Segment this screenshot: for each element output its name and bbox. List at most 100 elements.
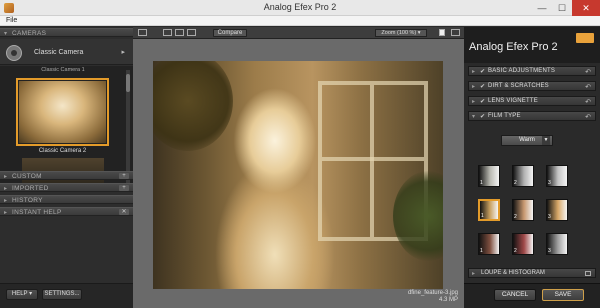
section-label: BASIC ADJUSTMENTS (488, 68, 556, 74)
enable-checkbox[interactable]: ✔ (480, 83, 485, 90)
collapse-icon: ▾ (472, 114, 476, 120)
section-basic-adjustments[interactable]: ▸ ✔ BASIC ADJUSTMENTS ↶ (468, 66, 596, 76)
settings-button[interactable]: SETTINGS... (42, 289, 82, 300)
section-custom-label: CUSTOM (12, 173, 42, 180)
zoom-select[interactable]: Zoom (100 %) ▾ (375, 29, 427, 37)
swatch-number: 3 (548, 214, 551, 220)
compare-button[interactable]: Compare (213, 29, 247, 37)
expand-icon: ▸ (472, 84, 476, 90)
preview-area: Compare Zoom (100 %) ▾ dfine_feature-3.j… (133, 27, 464, 308)
section-history[interactable]: ▸ HISTORY (0, 195, 133, 204)
collapse-icon: ▾ (4, 31, 8, 37)
section-label: LENS VIGNETTE (488, 98, 538, 104)
side-by-side-icon[interactable] (187, 29, 196, 36)
scrollbar-thumb[interactable] (126, 74, 130, 92)
expand-icon: ▸ (4, 186, 8, 192)
section-label: DIRT & SCRATCHES (488, 83, 549, 89)
reset-icon[interactable]: ↶ (585, 98, 591, 106)
help-button[interactable]: HELP ▾ (6, 289, 38, 300)
add-icon[interactable]: + (119, 185, 129, 191)
thumb-caption: Classic Camera 1 (41, 67, 85, 73)
section-history-label: HISTORY (12, 197, 43, 204)
film-swatch[interactable]: 3 (546, 199, 568, 221)
loupe-icon[interactable] (585, 271, 591, 276)
thumbnail-image (19, 81, 106, 143)
section-custom[interactable]: ▸ CUSTOM + (0, 171, 133, 180)
file-size: 4.3 MP (438, 297, 458, 303)
save-button[interactable]: SAVE (542, 289, 584, 301)
camera-selector[interactable]: Classic Camera ▸ (0, 39, 133, 65)
film-swatch[interactable]: 2 (512, 165, 534, 187)
section-instant-help[interactable]: ▸ INSTANT HELP ✕ (0, 207, 133, 216)
film-swatch[interactable]: 2 (512, 199, 534, 221)
expand-icon: ▸ (4, 198, 8, 204)
preview-toolbar: Compare Zoom (100 %) ▾ (133, 27, 464, 39)
enable-checkbox[interactable]: ✔ (480, 68, 485, 75)
camera-name: Classic Camera (34, 49, 84, 56)
background-color-icon[interactable] (439, 29, 445, 36)
film-swatch[interactable]: 3 (546, 165, 568, 187)
right-panel: Analog Efex Pro 2 ▸ ✔ BASIC ADJUSTMENTS … (464, 27, 600, 308)
brand-header: Analog Efex Pro 2 (464, 27, 600, 63)
expand-icon: ▸ (472, 271, 476, 277)
swatch-number: 1 (480, 248, 483, 254)
section-instant-help-label: INSTANT HELP (12, 209, 62, 216)
close-button[interactable]: ✕ (572, 0, 600, 16)
section-label: LOUPE & HISTOGRAM (481, 270, 545, 276)
thumb-caption-selected: Classic Camera 2 (38, 148, 87, 154)
right-footer: CANCEL SAVE (464, 283, 600, 308)
film-type-dropdown[interactable]: Warm ▼ (501, 135, 553, 146)
menu-bar: File (0, 16, 600, 26)
split-view-icon[interactable] (175, 29, 184, 36)
minimize-button[interactable]: — (532, 0, 552, 16)
section-imported[interactable]: ▸ IMPORTED + (0, 183, 133, 192)
enable-checkbox[interactable]: ✔ (480, 113, 485, 120)
film-swatch[interactable]: 1 (478, 233, 500, 255)
section-cameras-label: CAMERAS (12, 30, 47, 37)
brand-title: Analog Efex Pro 2 (469, 41, 558, 53)
section-film-type[interactable]: ▾ ✔ FILM TYPE ↶ (468, 111, 596, 121)
expand-icon: ▸ (4, 174, 8, 180)
enable-checkbox[interactable]: ✔ (480, 98, 485, 105)
section-lens-vignette[interactable]: ▸ ✔ LENS VIGNETTE ↶ (468, 96, 596, 106)
swatch-number: 2 (514, 180, 517, 186)
swatch-number: 2 (514, 248, 517, 254)
file-name: dfine_feature-3.jpg (407, 290, 458, 296)
chevron-down-icon: ▼ (542, 136, 550, 145)
single-view-icon[interactable] (163, 29, 172, 36)
film-type-value: Warm (519, 137, 535, 143)
menu-file[interactable]: File (6, 17, 17, 24)
chevron-right-icon[interactable]: ▸ (121, 48, 125, 56)
section-cameras[interactable]: ▾ CAMERAS (0, 28, 133, 37)
panel-toggle-right-icon[interactable] (451, 29, 460, 36)
section-loupe-histogram[interactable]: ▸ LOUPE & HISTOGRAM (468, 268, 596, 278)
close-icon[interactable]: ✕ (119, 209, 129, 215)
film-swatch[interactable]: 1 (478, 199, 500, 221)
panel-toggle-icon[interactable] (138, 29, 147, 36)
expand-icon: ▸ (472, 69, 476, 75)
film-swatch[interactable]: 2 (512, 233, 534, 255)
section-label: FILM TYPE (488, 113, 521, 119)
preview-photo (153, 61, 443, 289)
left-footer: HELP ▾ SETTINGS... (0, 283, 133, 308)
reset-icon[interactable]: ↶ (585, 83, 591, 91)
file-info: dfine_feature-3.jpg 4.3 MP (368, 290, 458, 304)
expand-icon: ▸ (4, 210, 8, 216)
expand-icon: ▸ (472, 99, 476, 105)
preset-thumbnail-selected[interactable] (16, 78, 109, 146)
maximize-button[interactable]: ☐ (552, 0, 572, 16)
nik-logo (576, 33, 594, 43)
film-swatch[interactable]: 3 (546, 233, 568, 255)
add-icon[interactable]: + (119, 173, 129, 179)
photo-canvas[interactable] (153, 61, 443, 289)
reset-icon[interactable]: ↶ (585, 68, 591, 76)
swatch-number: 1 (481, 213, 484, 219)
section-imported-label: IMPORTED (12, 185, 49, 192)
reset-icon[interactable]: ↶ (585, 113, 591, 121)
cancel-button[interactable]: CANCEL (494, 289, 536, 301)
film-swatch[interactable]: 1 (478, 165, 500, 187)
camera-icon (6, 45, 22, 61)
swatch-number: 1 (480, 180, 483, 186)
photo-foliage (153, 61, 233, 151)
section-dirt-scratches[interactable]: ▸ ✔ DIRT & SCRATCHES ↶ (468, 81, 596, 91)
